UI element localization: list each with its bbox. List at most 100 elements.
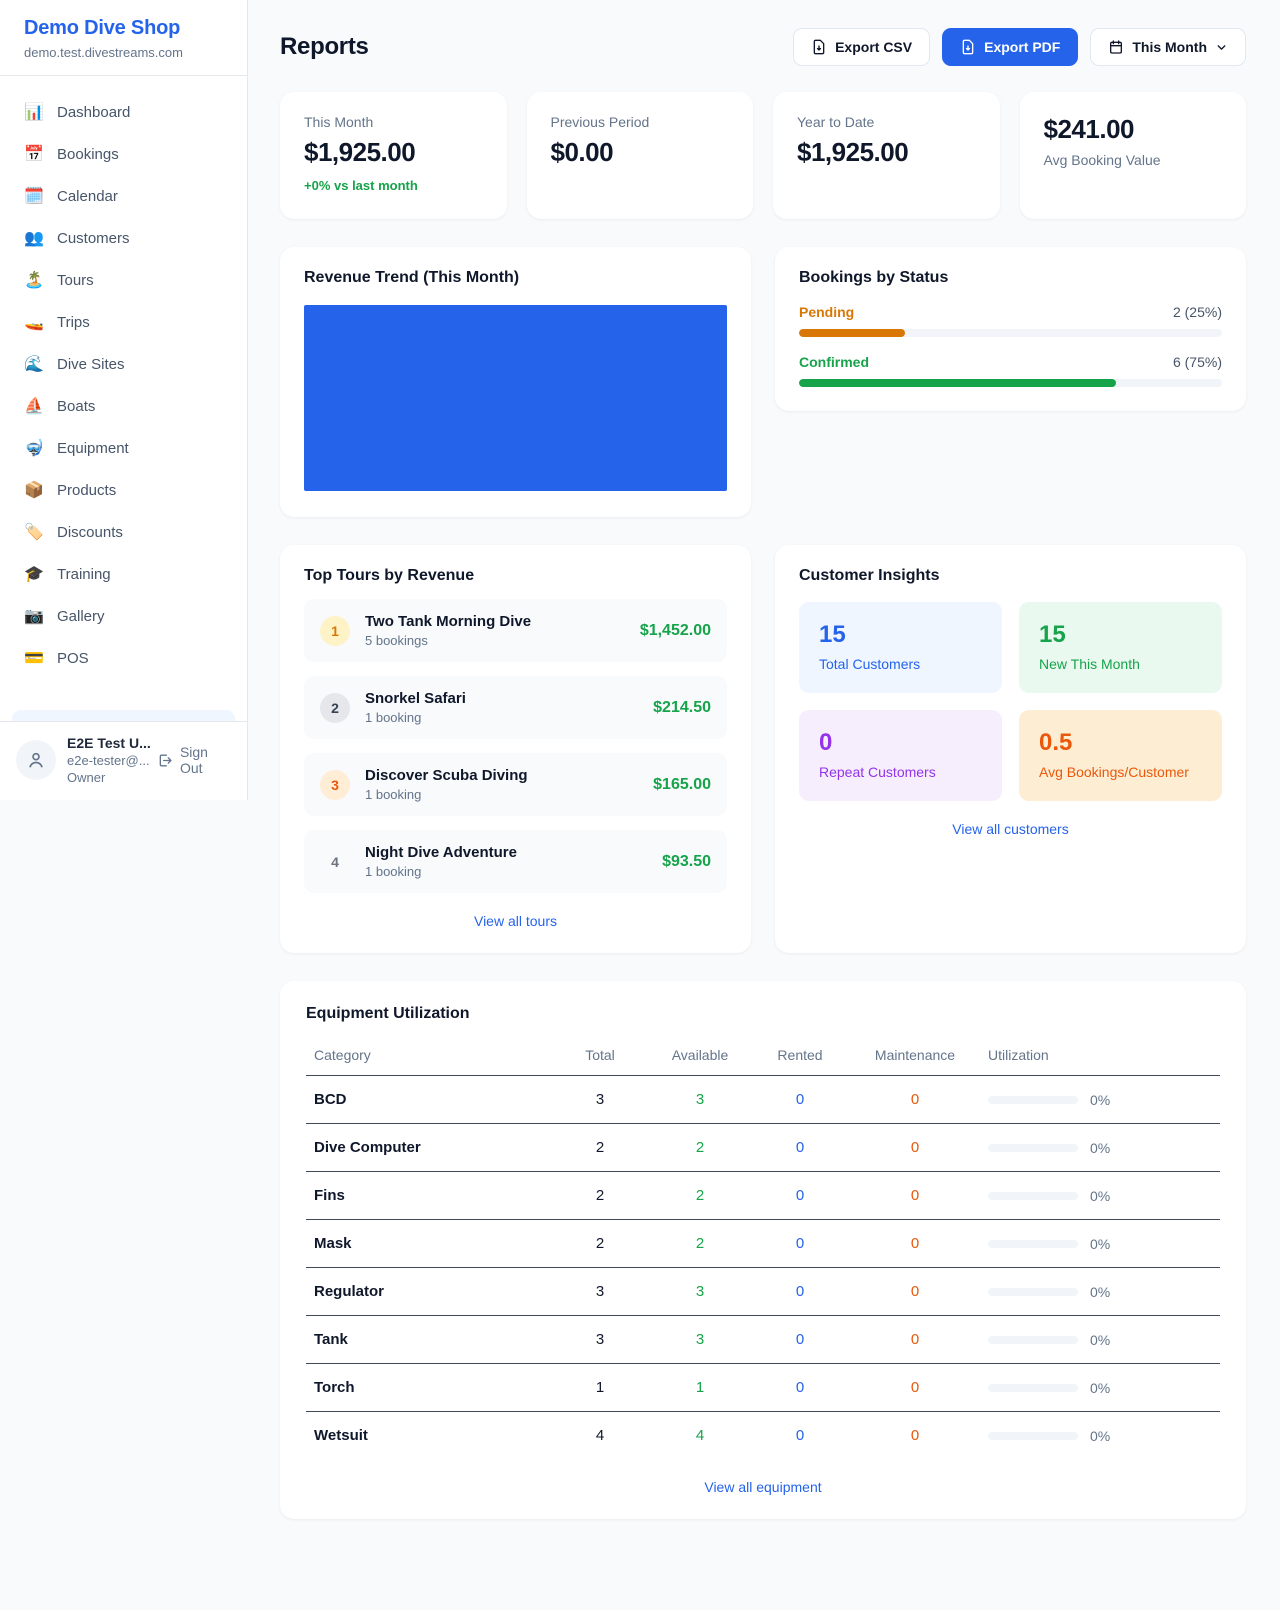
view-all-customers-link[interactable]: View all customers xyxy=(799,821,1222,837)
utilization-track xyxy=(988,1288,1078,1296)
maintenance-cell: 0 xyxy=(911,1139,919,1156)
tour-revenue: $93.50 xyxy=(662,853,711,871)
maintenance-cell: 0 xyxy=(911,1427,919,1444)
status-label: Pending xyxy=(799,304,854,320)
sidebar-item-label: Dive Sites xyxy=(57,356,125,373)
user-icon xyxy=(26,750,46,770)
utilization-percent: 0% xyxy=(1090,1332,1110,1348)
file-export-icon xyxy=(811,39,827,55)
sidebar-item-boats[interactable]: ⛵ Boats xyxy=(12,386,235,426)
avatar xyxy=(16,740,56,780)
stat-label: This Month xyxy=(304,114,483,130)
maintenance-cell: 0 xyxy=(911,1091,919,1108)
view-all-equipment-link[interactable]: View all equipment xyxy=(306,1479,1220,1495)
graduation-cap-icon: 🎓 xyxy=(24,564,44,584)
utilization-track xyxy=(988,1384,1078,1392)
sidebar-item-dashboard[interactable]: 📊 Dashboard xyxy=(12,92,235,132)
column-header: Rented xyxy=(750,1035,850,1076)
export-csv-button[interactable]: Export CSV xyxy=(793,28,930,66)
sidebar-item-bookings[interactable]: 📅 Bookings xyxy=(12,134,235,174)
tour-bookings: 5 bookings xyxy=(365,633,531,648)
stat-value: $241.00 xyxy=(1044,114,1223,145)
progress-track xyxy=(799,329,1222,337)
period-label: This Month xyxy=(1132,39,1207,55)
period-dropdown[interactable]: This Month xyxy=(1090,28,1246,66)
tour-row: 2 Snorkel Safari 1 booking $214.50 xyxy=(304,676,727,739)
utilization-track xyxy=(988,1240,1078,1248)
rented-cell: 0 xyxy=(796,1235,804,1252)
utilization-track xyxy=(988,1432,1078,1440)
maintenance-cell: 0 xyxy=(911,1235,919,1252)
total-cell: 3 xyxy=(550,1316,650,1364)
utilization-percent: 0% xyxy=(1090,1092,1110,1108)
sidebar-item-discounts[interactable]: 🏷️ Discounts xyxy=(12,512,235,552)
table-row: Torch 1 1 0 0 0% xyxy=(306,1364,1220,1412)
maintenance-cell: 0 xyxy=(911,1187,919,1204)
sidebar-item-training[interactable]: 🎓 Training xyxy=(12,554,235,594)
category-cell: BCD xyxy=(306,1076,550,1124)
wave-icon: 🌊 xyxy=(24,354,44,374)
sidebar-item-equipment[interactable]: 🤿 Equipment xyxy=(12,428,235,468)
insight-tile-repeat-customers: 0 Repeat Customers xyxy=(799,710,1002,801)
tile-label: Repeat Customers xyxy=(819,764,982,780)
category-cell: Tank xyxy=(306,1316,550,1364)
sidebar-item-dive-sites[interactable]: 🌊 Dive Sites xyxy=(12,344,235,384)
category-cell: Dive Computer xyxy=(306,1124,550,1172)
sidebar-item-reports[interactable] xyxy=(12,710,235,721)
rented-cell: 0 xyxy=(796,1139,804,1156)
speedboat-icon: 🚤 xyxy=(24,312,44,332)
tile-value: 15 xyxy=(819,621,982,649)
sidebar: Demo Dive Shop demo.test.divestreams.com… xyxy=(0,0,248,800)
spiral-calendar-icon: 🗓️ xyxy=(24,186,44,206)
utilization-cell: 0% xyxy=(988,1140,1212,1156)
maintenance-cell: 0 xyxy=(911,1283,919,1300)
tour-bookings: 1 booking xyxy=(365,710,466,725)
tour-revenue: $214.50 xyxy=(653,699,711,717)
user-footer: E2E Test U... e2e-tester@... Owner Sign … xyxy=(0,721,247,800)
sidebar-item-label: Tours xyxy=(57,272,94,289)
tour-row: 1 Two Tank Morning Dive 5 bookings $1,45… xyxy=(304,599,727,662)
utilization-percent: 0% xyxy=(1090,1284,1110,1300)
table-row: Dive Computer 2 2 0 0 0% xyxy=(306,1124,1220,1172)
user-email: e2e-tester@... xyxy=(67,753,146,768)
charts-row: Revenue Trend (This Month) Bookings by S… xyxy=(280,247,1246,517)
total-cell: 3 xyxy=(550,1076,650,1124)
stat-value: $1,925.00 xyxy=(304,137,483,168)
sidebar-item-label: Gallery xyxy=(57,608,105,625)
sidebar-item-tours[interactable]: 🏝️ Tours xyxy=(12,260,235,300)
available-cell: 1 xyxy=(696,1379,704,1396)
revenue-trend-title: Revenue Trend (This Month) xyxy=(304,269,727,287)
available-cell: 2 xyxy=(696,1187,704,1204)
sidebar-item-label: Bookings xyxy=(57,146,119,163)
total-cell: 1 xyxy=(550,1364,650,1412)
tour-row: 3 Discover Scuba Diving 1 booking $165.0… xyxy=(304,753,727,816)
available-cell: 3 xyxy=(696,1331,704,1348)
brand-domain: demo.test.divestreams.com xyxy=(24,45,223,60)
top-tours-card: Top Tours by Revenue 1 Two Tank Morning … xyxy=(280,545,751,953)
tag-icon: 🏷️ xyxy=(24,522,44,542)
camera-icon: 📷 xyxy=(24,606,44,626)
sidebar-item-calendar[interactable]: 🗓️ Calendar xyxy=(12,176,235,216)
insight-tile-total-customers: 15 Total Customers xyxy=(799,602,1002,693)
sidebar-item-gallery[interactable]: 📷 Gallery xyxy=(12,596,235,636)
rented-cell: 0 xyxy=(796,1427,804,1444)
diving-mask-icon: 🤿 xyxy=(24,438,44,458)
sidebar-nav: 📊 Dashboard 📅 Bookings 🗓️ Calendar 👥 Cus… xyxy=(0,76,247,721)
export-pdf-button[interactable]: Export PDF xyxy=(942,28,1078,66)
table-header-row: Category Total Available Rented Maintena… xyxy=(306,1035,1220,1076)
sidebar-item-pos[interactable]: 💳 POS xyxy=(12,638,235,678)
sidebar-item-label: Trips xyxy=(57,314,90,331)
sidebar-item-label: Boats xyxy=(57,398,95,415)
credit-card-icon: 💳 xyxy=(24,648,44,668)
stat-label: Avg Booking Value xyxy=(1044,152,1223,168)
sign-out-button[interactable]: Sign Out xyxy=(157,744,231,776)
bar-chart-icon: 📊 xyxy=(24,102,44,122)
utilization-percent: 0% xyxy=(1090,1428,1110,1444)
sidebar-item-products[interactable]: 📦 Products xyxy=(12,470,235,510)
status-label: Confirmed xyxy=(799,354,869,370)
view-all-tours-link[interactable]: View all tours xyxy=(304,913,727,929)
brand: Demo Dive Shop demo.test.divestreams.com xyxy=(0,0,247,76)
sidebar-item-trips[interactable]: 🚤 Trips xyxy=(12,302,235,342)
sidebar-item-customers[interactable]: 👥 Customers xyxy=(12,218,235,258)
total-cell: 2 xyxy=(550,1124,650,1172)
